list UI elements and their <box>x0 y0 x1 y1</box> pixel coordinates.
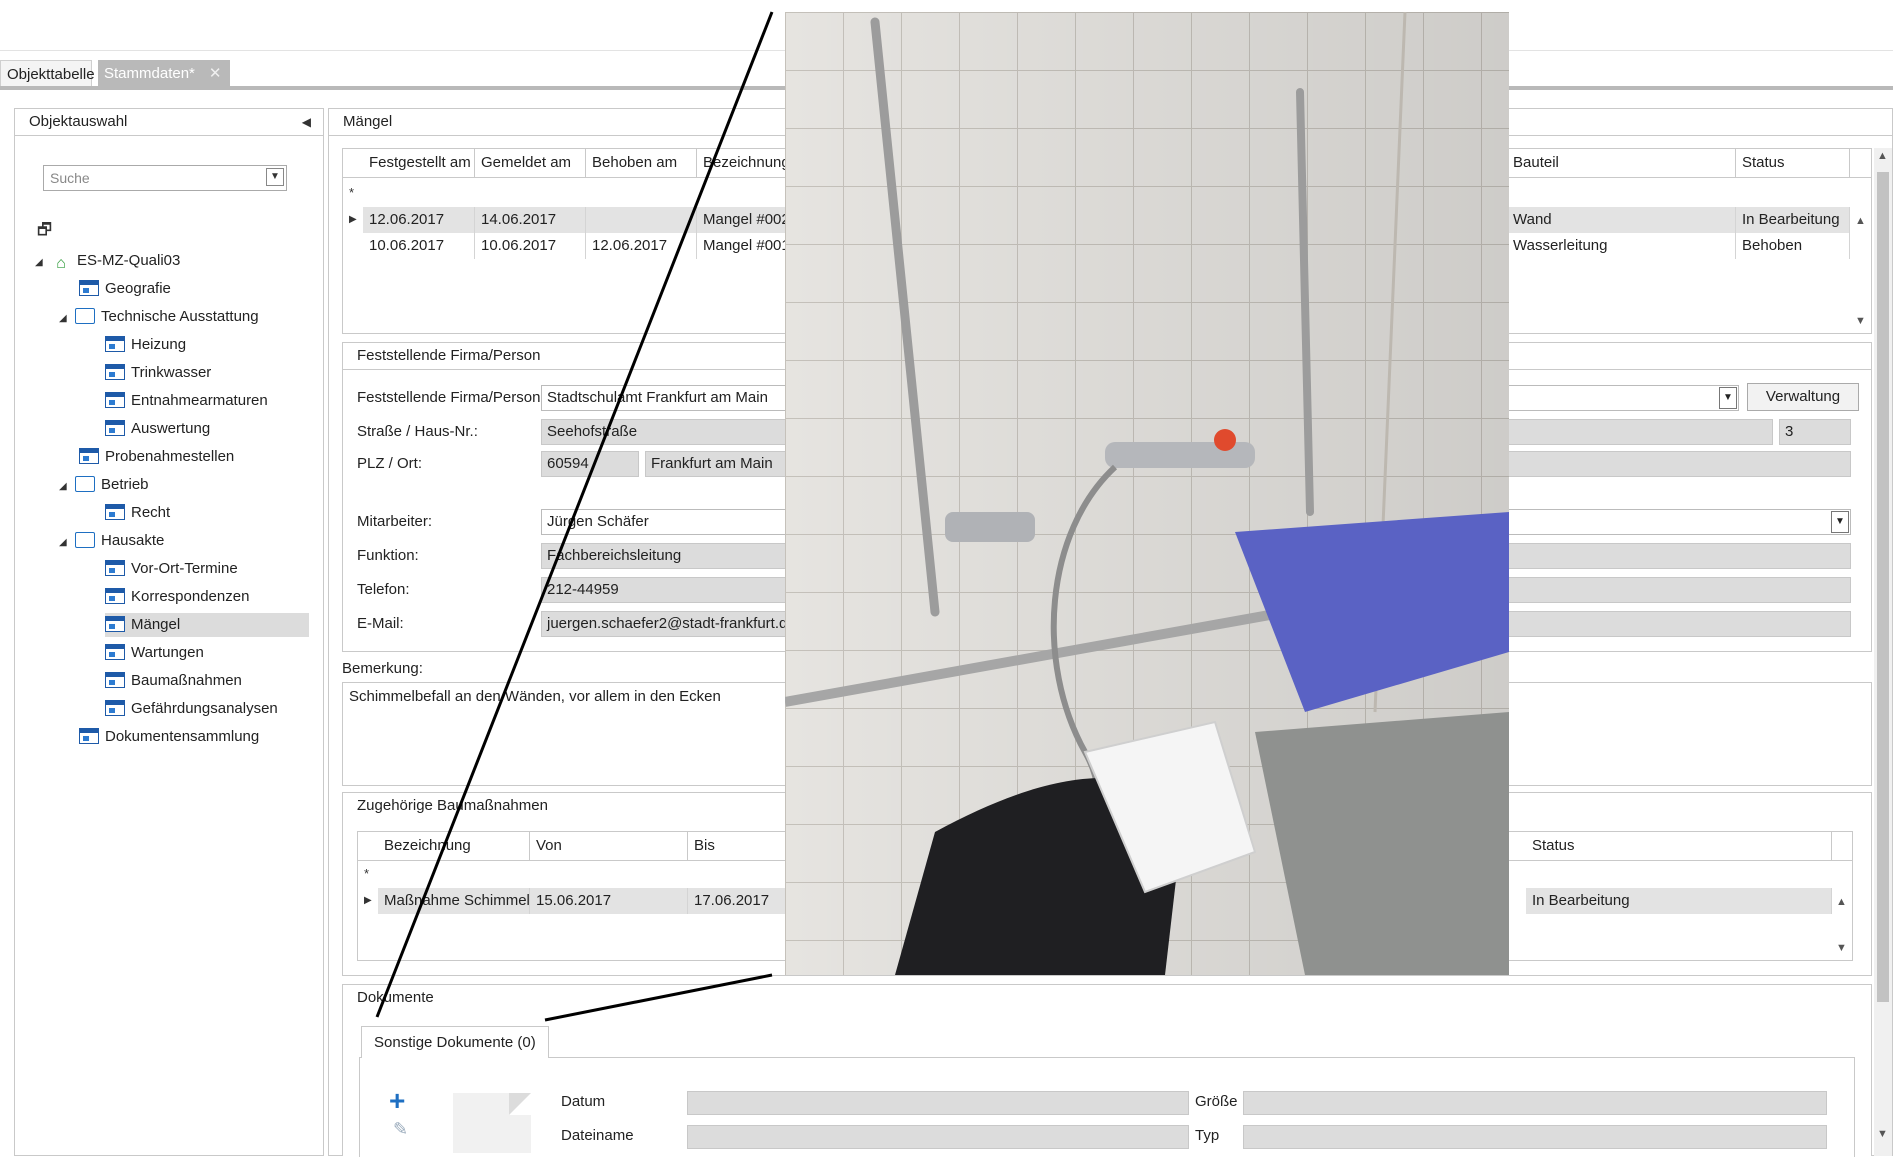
callout-line-left <box>375 11 774 1018</box>
callout-lines <box>375 11 774 1022</box>
callout-line-bottom <box>544 973 773 1022</box>
